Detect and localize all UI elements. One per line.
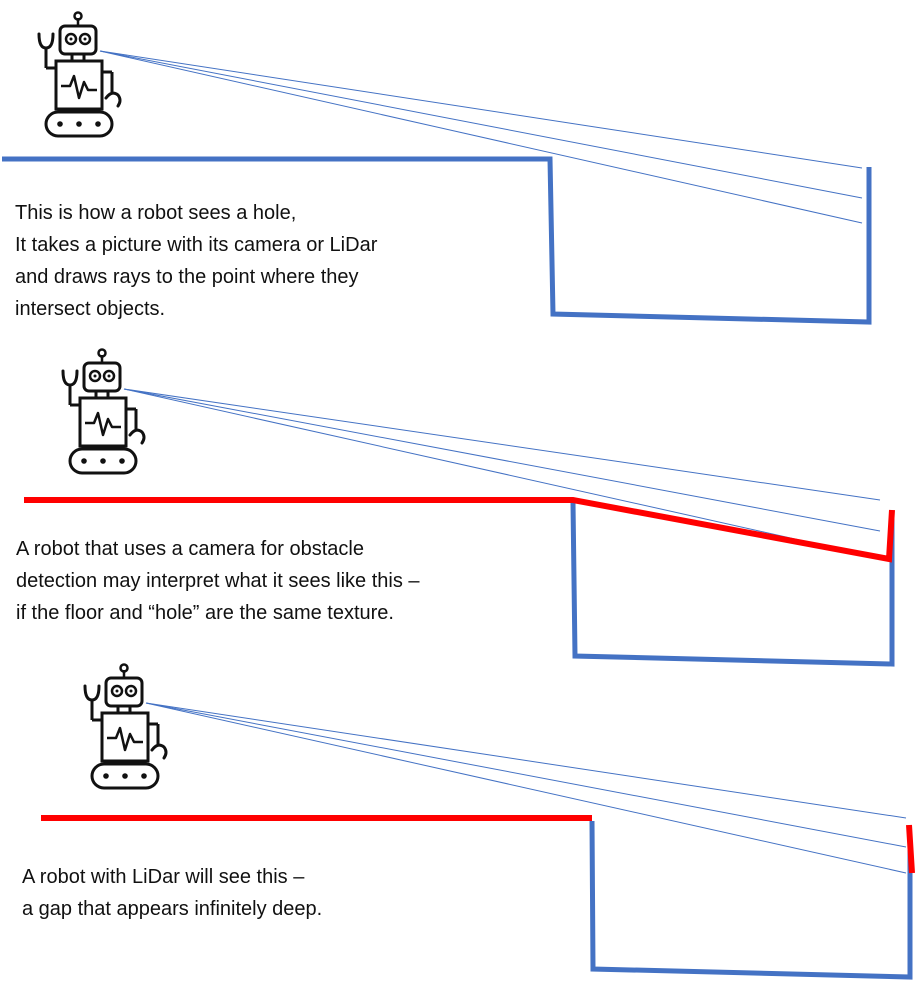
ray [145,702,907,874]
ray [123,388,881,501]
caption-line: a gap that appears infinitely deep. [22,898,323,920]
robot-icon [61,348,146,475]
caption-line: and draws rays to the point where they [15,266,359,288]
robot-icon [37,11,122,138]
caption-line: if the floor and “hole” are the same tex… [16,602,394,624]
rays [145,702,907,874]
perceived-far-wall [906,824,915,874]
panel-lidar [41,663,915,980]
caption-line: A robot that uses a camera for obstacle [16,538,364,560]
ray [123,388,881,532]
robot-perception-diagram [2,11,915,980]
caption-camera: A robot that uses a camera for obstacle … [16,533,420,629]
caption-line: intersect objects. [15,298,166,320]
caption-line: It takes a picture with its camera or Li… [15,234,378,256]
caption-line: A robot with LiDar will see this – [22,866,305,888]
ray [145,702,907,819]
ray [145,702,907,848]
ray [99,50,863,169]
ray [99,50,863,199]
caption-hole: This is how a robot sees a hole, It take… [15,197,377,325]
caption-lidar: A robot with LiDar will see this – a gap… [22,861,322,925]
caption-line: detection may interpret what it sees lik… [16,570,420,592]
hole-outline [589,820,913,980]
robot-icon [83,663,168,790]
caption-line: This is how a robot sees a hole, [15,202,297,224]
